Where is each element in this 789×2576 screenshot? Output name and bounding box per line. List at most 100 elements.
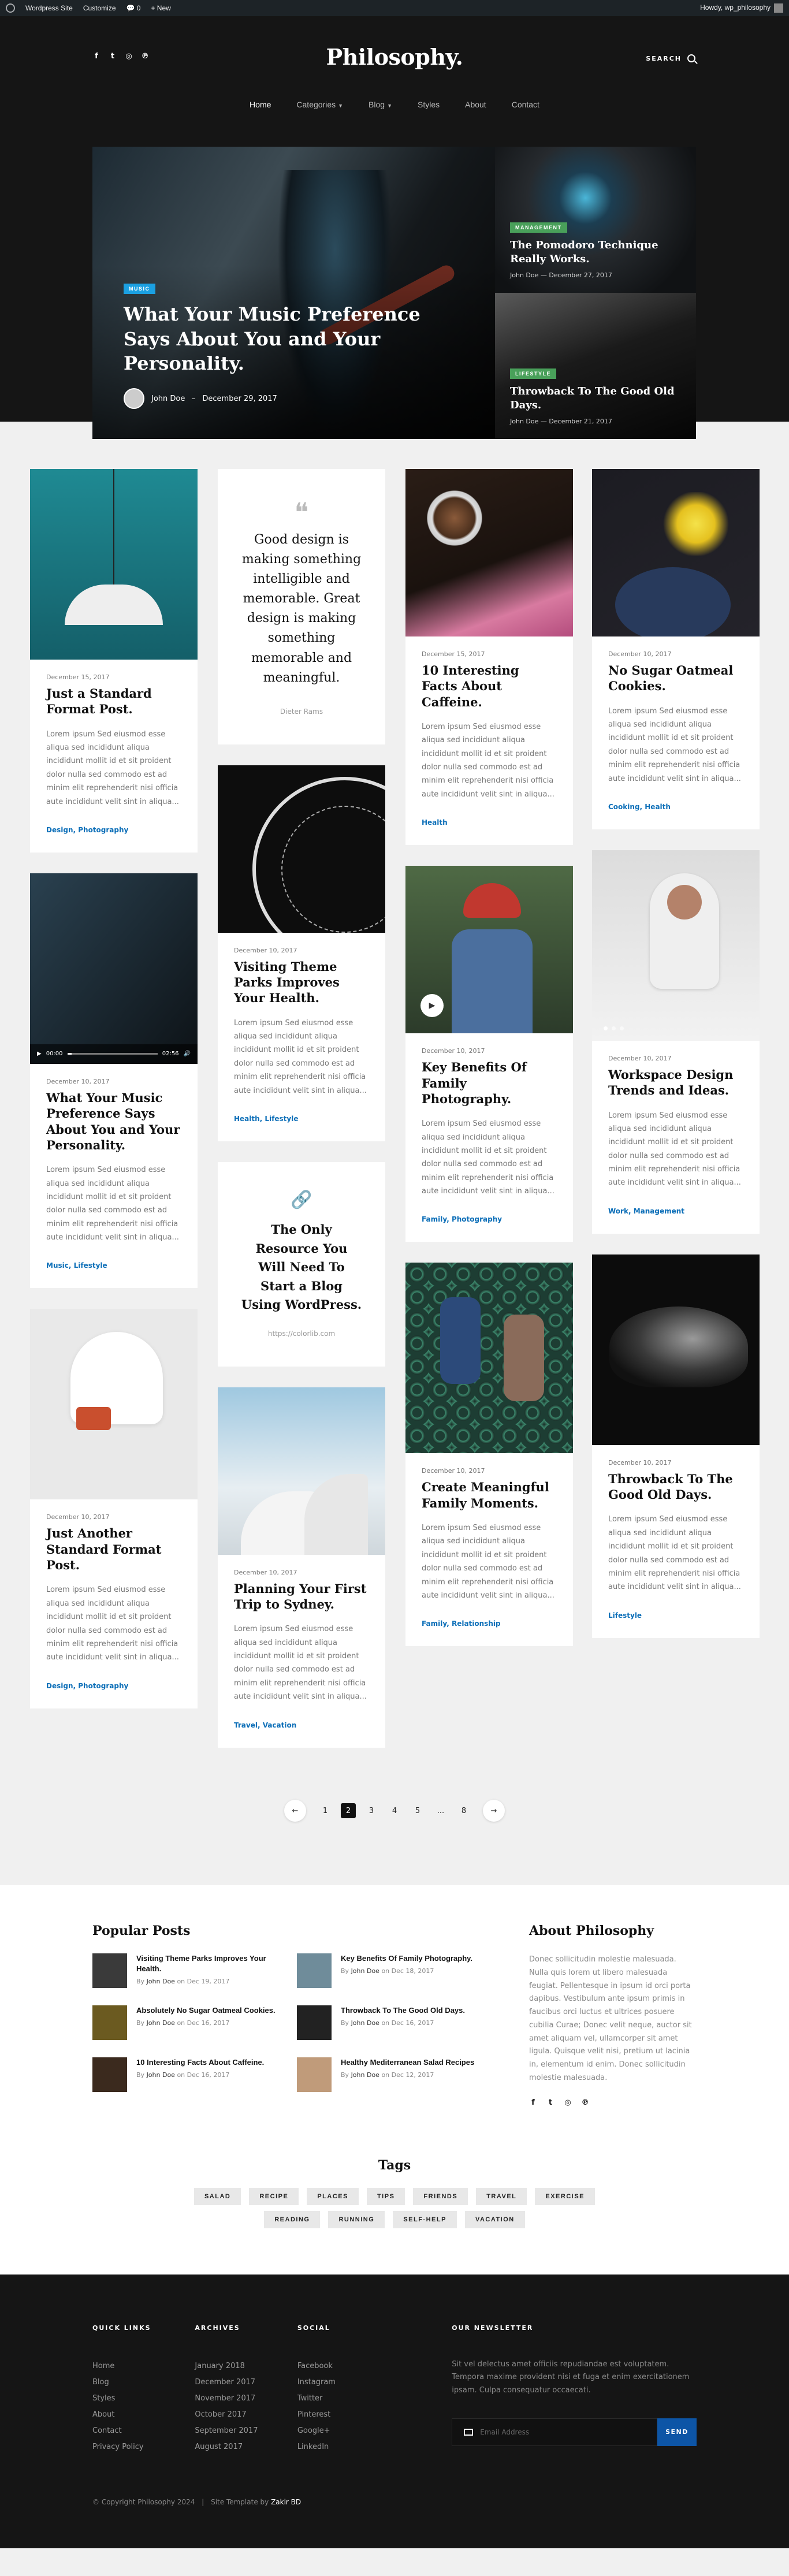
featured-side-post[interactable]: LIFESTYLE Throwback To The Good Old Days… bbox=[495, 293, 696, 439]
footer-social-link[interactable]: Facebook bbox=[297, 2358, 400, 2374]
post-categories[interactable]: Family, Relationship bbox=[422, 1620, 557, 1628]
tag-link[interactable]: SELF-HELP bbox=[393, 2210, 457, 2228]
play-icon[interactable]: ▶ bbox=[37, 1051, 42, 1057]
page-link[interactable]: 3 bbox=[364, 1803, 379, 1818]
pinterest-icon[interactable]: ℗ bbox=[581, 2098, 589, 2107]
author-name[interactable]: John Doe bbox=[351, 2019, 379, 2027]
volume-icon[interactable]: 🔊 bbox=[184, 1051, 191, 1057]
twitter-icon[interactable]: t bbox=[546, 2098, 554, 2107]
post-categories[interactable]: Family, Photography bbox=[422, 1215, 557, 1223]
next-page-button[interactable]: → bbox=[483, 1800, 505, 1822]
post-title[interactable]: Throwback To The Good Old Days. bbox=[608, 1471, 743, 1503]
post-categories[interactable]: Health bbox=[422, 818, 557, 827]
footer-quick-link[interactable]: Blog bbox=[92, 2374, 195, 2391]
author-name[interactable]: John Doe bbox=[147, 1978, 175, 1985]
popular-post-thumbnail[interactable] bbox=[92, 2057, 127, 2092]
footer-social-link[interactable]: Pinterest bbox=[297, 2407, 400, 2423]
post-thumbnail[interactable] bbox=[592, 469, 760, 636]
tag-link[interactable]: TRAVEL bbox=[476, 2187, 527, 2205]
footer-social-link[interactable]: Instagram bbox=[297, 2374, 400, 2391]
admin-account-link[interactable]: Howdy, wp_philosophy bbox=[700, 3, 783, 13]
post-title[interactable]: What Your Music Preference Says About Yo… bbox=[46, 1090, 181, 1153]
tag-link[interactable]: VACATION bbox=[464, 2210, 525, 2228]
tag-link[interactable]: FRIENDS bbox=[413, 2187, 468, 2205]
nav-styles[interactable]: Styles bbox=[418, 100, 440, 109]
nav-blog[interactable]: Blog ▼ bbox=[369, 100, 392, 109]
popular-post-thumbnail[interactable] bbox=[92, 1953, 127, 1988]
footer-archive-link[interactable]: December 2017 bbox=[195, 2374, 297, 2391]
category-tag[interactable]: MUSIC bbox=[124, 284, 155, 295]
featured-side-title[interactable]: Throwback To The Good Old Days. bbox=[510, 385, 679, 412]
popular-post-thumbnail[interactable] bbox=[297, 2005, 332, 2040]
author-name[interactable]: John Doe bbox=[151, 394, 185, 403]
play-button[interactable]: ▶ bbox=[420, 994, 444, 1018]
page-link[interactable]: 1 bbox=[318, 1803, 333, 1818]
footer-archive-link[interactable]: August 2017 bbox=[195, 2439, 297, 2455]
popular-post-title[interactable]: 10 Interesting Facts About Caffeine. bbox=[136, 2057, 264, 2068]
send-button[interactable]: SEND bbox=[657, 2418, 697, 2446]
tag-link[interactable]: SALAD bbox=[193, 2187, 241, 2205]
post-categories[interactable]: Travel, Vacation bbox=[234, 1721, 369, 1729]
footer-social-link[interactable]: Twitter bbox=[297, 2391, 400, 2407]
popular-post[interactable]: Visiting Theme Parks Improves Your Healt… bbox=[92, 1953, 281, 1988]
tag-link[interactable]: EXERCISE bbox=[535, 2187, 596, 2205]
link-title[interactable]: The Only Resource You Will Need To Start… bbox=[241, 1220, 362, 1315]
featured-main-post[interactable]: MUSIC What Your Music Preference Says Ab… bbox=[92, 147, 495, 439]
page-link[interactable]: 5 bbox=[410, 1803, 425, 1818]
footer-archive-link[interactable]: January 2018 bbox=[195, 2358, 297, 2374]
footer-quick-link[interactable]: Home bbox=[92, 2358, 195, 2374]
footer-archive-link[interactable]: October 2017 bbox=[195, 2407, 297, 2423]
author-name[interactable]: John Doe bbox=[147, 2071, 175, 2079]
popular-post-title[interactable]: Visiting Theme Parks Improves Your Healt… bbox=[136, 1953, 281, 1974]
post-categories[interactable]: Design, Photography bbox=[46, 826, 181, 834]
footer-quick-link[interactable]: Contact bbox=[92, 2423, 195, 2439]
facebook-icon[interactable]: f bbox=[529, 2098, 537, 2107]
featured-title[interactable]: What Your Music Preference Says About Yo… bbox=[124, 302, 449, 375]
popular-post-title[interactable]: Absolutely No Sugar Oatmeal Cookies. bbox=[136, 2005, 276, 2016]
footer-archive-link[interactable]: September 2017 bbox=[195, 2423, 297, 2439]
popular-post-thumbnail[interactable] bbox=[297, 1953, 332, 1988]
tag-link[interactable]: RUNNING bbox=[328, 2210, 385, 2228]
category-tag[interactable]: MANAGEMENT bbox=[510, 222, 567, 233]
featured-side-title[interactable]: The Pomodoro Technique Really Works. bbox=[510, 239, 679, 266]
post-categories[interactable]: Design, Photography bbox=[46, 1682, 181, 1690]
post-thumbnail[interactable] bbox=[405, 469, 573, 636]
template-author-link[interactable]: Zakir BD bbox=[271, 2498, 301, 2506]
post-thumbnail[interactable] bbox=[30, 1309, 198, 1500]
author-name[interactable]: John Doe bbox=[147, 2019, 175, 2027]
footer-archive-link[interactable]: November 2017 bbox=[195, 2391, 297, 2407]
category-tag[interactable]: LIFESTYLE bbox=[510, 368, 557, 379]
post-title[interactable]: Just a Standard Format Post. bbox=[46, 686, 181, 717]
search-button[interactable]: SEARCH bbox=[646, 54, 695, 62]
popular-post-title[interactable]: Key Benefits Of Family Photography. bbox=[341, 1953, 472, 1964]
post-categories[interactable]: Health, Lifestyle bbox=[234, 1115, 369, 1123]
post-categories[interactable]: Music, Lifestyle bbox=[46, 1261, 181, 1270]
post-thumbnail[interactable] bbox=[218, 765, 385, 933]
footer-quick-link[interactable]: Styles bbox=[92, 2391, 195, 2407]
wordpress-icon[interactable] bbox=[6, 3, 15, 13]
author-name[interactable]: John Doe bbox=[510, 271, 538, 279]
post-title[interactable]: Workspace Design Trends and Ideas. bbox=[608, 1067, 743, 1099]
tag-link[interactable]: TIPS bbox=[366, 2187, 405, 2205]
nav-about[interactable]: About bbox=[465, 100, 486, 109]
admin-comments-link[interactable]: 💬 0 bbox=[126, 4, 141, 12]
post-categories[interactable]: Work, Management bbox=[608, 1207, 743, 1215]
post-thumbnail[interactable] bbox=[405, 1263, 573, 1454]
post-thumbnail[interactable] bbox=[218, 1387, 385, 1555]
post-title[interactable]: Just Another Standard Format Post. bbox=[46, 1525, 181, 1573]
post-title[interactable]: Visiting Theme Parks Improves Your Healt… bbox=[234, 959, 369, 1006]
slider-dots[interactable] bbox=[604, 1026, 624, 1030]
post-title[interactable]: 10 Interesting Facts About Caffeine. bbox=[422, 662, 557, 710]
post-categories[interactable]: Lifestyle bbox=[608, 1611, 743, 1620]
audio-player[interactable]: ▶ 00:00 02:56 🔊 bbox=[30, 1044, 198, 1064]
popular-post[interactable]: Absolutely No Sugar Oatmeal Cookies. By J… bbox=[92, 2005, 281, 2040]
post-title[interactable]: No Sugar Oatmeal Cookies. bbox=[608, 662, 743, 694]
footer-quick-link[interactable]: About bbox=[92, 2407, 195, 2423]
popular-post-thumbnail[interactable] bbox=[297, 2057, 332, 2092]
footer-social-link[interactable]: LinkedIn bbox=[297, 2439, 400, 2455]
tag-link[interactable]: PLACES bbox=[307, 2187, 359, 2205]
nav-categories[interactable]: Categories ▼ bbox=[296, 100, 343, 109]
footer-social-link[interactable]: Google+ bbox=[297, 2423, 400, 2439]
popular-post-title[interactable]: Healthy Mediterranean Salad Recipes bbox=[341, 2057, 474, 2068]
admin-customize-link[interactable]: Customize bbox=[83, 4, 116, 12]
